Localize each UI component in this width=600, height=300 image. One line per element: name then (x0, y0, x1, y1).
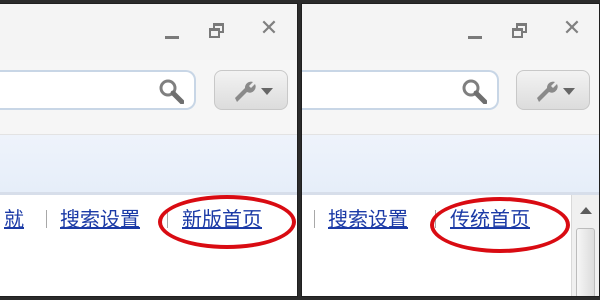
chevron-down-icon (563, 88, 575, 95)
restore-button[interactable] (206, 18, 232, 40)
address-bar[interactable] (0, 70, 196, 110)
title-bar: ✕ (0, 4, 297, 60)
link-partial[interactable]: 就 (4, 207, 24, 231)
chevron-down-icon (261, 88, 273, 95)
scroll-up-icon[interactable] (580, 207, 592, 214)
highlight-circle (158, 195, 296, 249)
address-bar[interactable] (302, 70, 499, 110)
wrench-icon (537, 81, 558, 102)
title-bar: ✕ (302, 4, 599, 60)
search-icon[interactable] (461, 78, 488, 105)
minimize-button[interactable] (159, 18, 185, 40)
toolbar (302, 60, 599, 134)
wrench-menu-button[interactable] (214, 70, 288, 110)
link-search-settings[interactable]: 搜索设置 (60, 207, 140, 231)
search-icon[interactable] (158, 78, 185, 105)
browser-panel-new: ✕ 就 搜索设置 新版首页 (0, 3, 298, 297)
bookmarks-bar (302, 135, 599, 192)
wrench-icon (235, 81, 256, 102)
wrench-menu-button[interactable] (516, 70, 590, 110)
comparison-screenshot: ✕ 就 搜索设置 新版首页 ✕ 搜索设置 传统首页 (0, 0, 600, 300)
highlight-circle (430, 197, 570, 253)
close-icon[interactable]: ✕ (559, 18, 585, 40)
restore-button[interactable] (509, 18, 535, 40)
toolbar (0, 60, 297, 134)
close-icon[interactable]: ✕ (256, 18, 282, 40)
minimize-button[interactable] (462, 18, 488, 40)
scroll-thumb[interactable] (576, 228, 595, 296)
vertical-scrollbar[interactable] (571, 195, 599, 296)
link-search-settings[interactable]: 搜索设置 (328, 207, 408, 231)
bookmarks-bar (0, 135, 297, 192)
browser-panel-classic: ✕ 搜索设置 传统首页 (301, 3, 600, 297)
pipe-separator (314, 210, 315, 228)
pipe-separator (46, 210, 47, 228)
